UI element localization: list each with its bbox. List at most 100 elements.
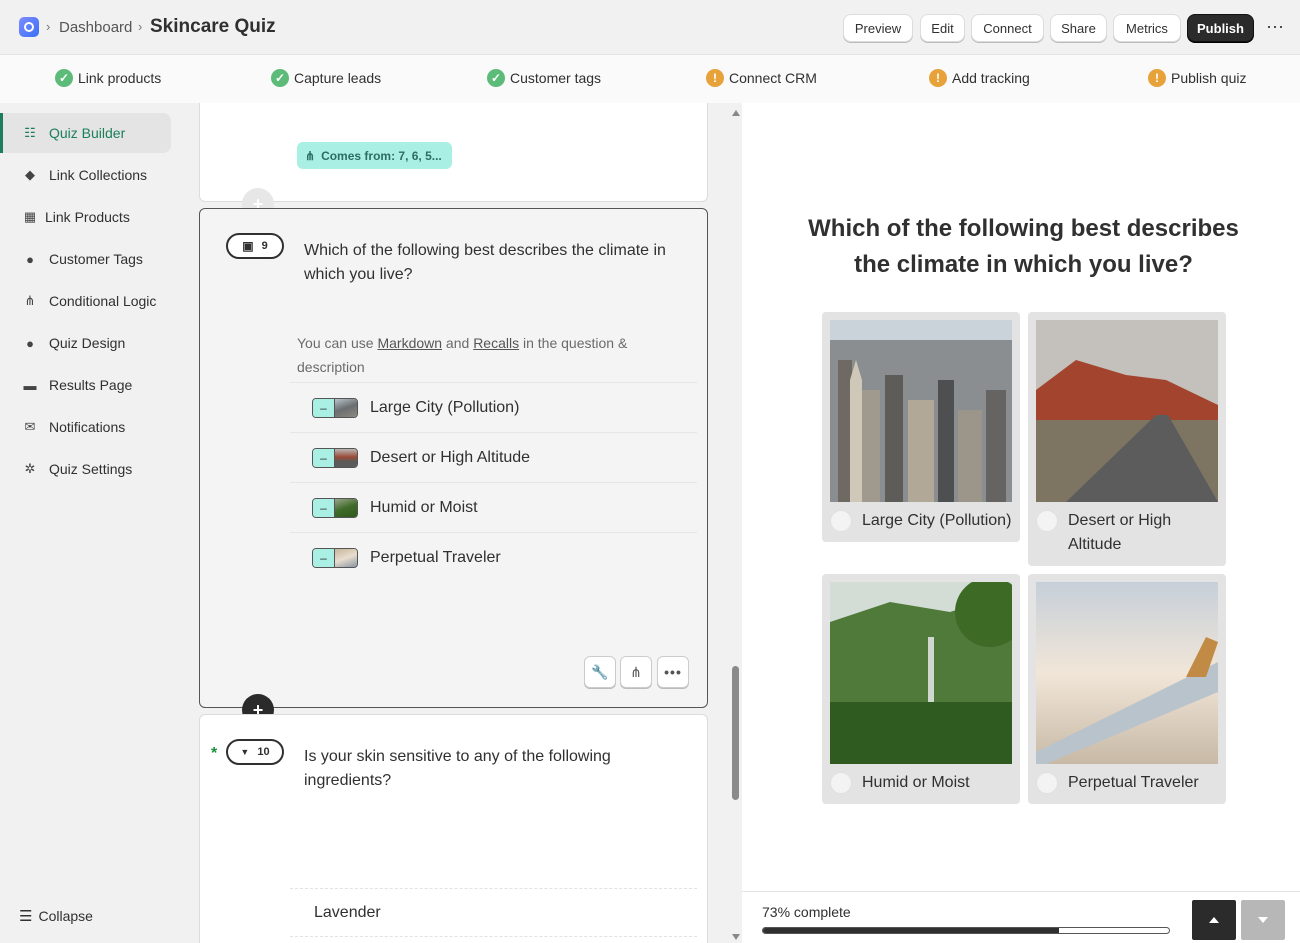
question-number: 9 [261,240,268,252]
checklist-add-tracking[interactable]: ! Add tracking [929,69,1030,87]
sidebar-item-label: Quiz Builder [49,125,126,141]
sidebar-item-quiz-builder[interactable]: ☷ Quiz Builder [0,113,171,153]
city-image [830,320,1012,502]
sidebar-item-quiz-settings[interactable]: ✲ Quiz Settings [0,449,171,489]
answer-option[interactable]: – Humid or Moist [290,482,697,532]
editor-scrollbar[interactable] [730,103,742,943]
top-bar: › Dashboard › Skincare Quiz Preview Edit… [0,0,1300,55]
answer-label[interactable]: Perpetual Traveler [1068,771,1218,795]
option-thumbnail[interactable]: – [312,547,358,568]
scroll-down-icon[interactable] [732,934,740,940]
preview-answer-card[interactable]: Large City (Pollution) [822,312,1020,542]
previous-question-button[interactable] [1192,900,1236,940]
checklist-label: Link products [78,70,162,86]
checklist-customer-tags[interactable]: ✓ Customer tags [487,69,601,87]
preview-button[interactable]: Preview [843,14,913,42]
question-text-line: which you live? [304,266,413,283]
preview-answer-card[interactable]: Humid or Moist [822,574,1020,804]
sidebar-item-label: Conditional Logic [49,293,157,309]
collapse-button[interactable]: ☰ Collapse [19,907,93,925]
question-text[interactable]: Which of the following best describes th… [304,239,666,287]
quiz-editor: ⋔ Comes from: 7, 6, 5... + ▣ 9 Which of … [179,103,742,943]
arrow-down-icon [1258,917,1268,923]
check-circle-icon: ✓ [271,69,289,87]
answer-option[interactable]: – Perpetual Traveler [290,532,697,582]
checklist-publish-quiz[interactable]: ! Publish quiz [1148,69,1247,87]
answer-option[interactable]: – Desert or High Altitude [290,432,697,482]
progress-bar [762,927,1170,934]
answer-option[interactable]: Lavender [290,888,697,936]
question-text[interactable]: Is your skin sensitive to any of the fol… [304,745,611,793]
option-label[interactable]: Lavender [314,904,381,922]
option-thumbnail[interactable]: – [312,447,358,468]
metrics-button[interactable]: Metrics [1113,14,1181,42]
answer-radio[interactable] [830,772,852,794]
question-card-9[interactable]: ▣ 9 Which of the following best describe… [199,208,708,708]
sidebar-item-notifications[interactable]: ✉ Notifications [0,407,171,447]
markdown-link[interactable]: Markdown [377,335,442,351]
check-circle-icon: ✓ [487,69,505,87]
preview-question: Which of the following best describes th… [742,211,1300,283]
scroll-up-icon[interactable] [732,110,740,116]
question-card-10[interactable]: * ▼ 10 Is your skin sensitive to any of … [199,714,708,943]
answer-radio[interactable] [1036,510,1058,532]
answer-radio[interactable] [1036,772,1058,794]
option-label[interactable]: Perpetual Traveler [370,549,501,567]
question-text-line: Which of the following best describes th… [304,242,666,259]
checklist-capture-leads[interactable]: ✓ Capture leads [271,69,381,87]
more-options-icon[interactable]: ⋯ [1266,17,1285,38]
checklist-label: Add tracking [952,70,1030,86]
answer-radio[interactable] [830,510,852,532]
person-icon: ● [26,251,34,267]
checklist-link-products[interactable]: ✓ Link products [55,69,161,87]
sidebar-item-quiz-design[interactable]: ● Quiz Design [0,323,171,363]
answer-option[interactable]: – Large City (Pollution) [290,382,697,432]
recalls-link[interactable]: Recalls [473,335,519,351]
publish-button[interactable]: Publish [1187,14,1254,42]
description-hint: You can use Markdown and Recalls in the … [297,331,647,379]
sidebar-item-link-products[interactable]: ▦ Link Products [0,197,171,237]
scroll-thumb[interactable] [732,666,739,800]
edit-button[interactable]: Edit [920,14,965,42]
checklist-connect-crm[interactable]: ! Connect CRM [706,69,817,87]
collapse-label: Collapse [38,908,93,924]
progress-text: 73% complete [762,904,851,920]
option-label[interactable]: Large City (Pollution) [370,399,519,417]
question-text-line: Is your skin sensitive to any of the fol… [304,748,611,765]
preview-answer-card[interactable]: Desert or High Altitude [1028,312,1226,566]
preview-answer-card[interactable]: Perpetual Traveler [1028,574,1226,804]
remove-icon[interactable]: – [313,398,335,417]
next-question-button[interactable] [1241,900,1285,940]
more-icon[interactable]: ••• [657,656,689,688]
sidebar-item-customer-tags[interactable]: ● Customer Tags [0,239,171,279]
branch-icon[interactable]: ⋔ [620,656,652,688]
option-thumbnail[interactable]: – [312,397,358,418]
app-logo-icon[interactable] [19,17,39,37]
answer-label[interactable]: Large City (Pollution) [862,509,1014,533]
connect-button[interactable]: Connect [971,14,1044,42]
breadcrumb-dashboard[interactable]: Dashboard [59,19,132,36]
remove-icon[interactable]: – [313,548,335,567]
sidebar-item-link-collections[interactable]: ◆ Link Collections [0,155,171,195]
sidebar-item-conditional-logic[interactable]: ⋔ Conditional Logic [0,281,171,321]
share-button[interactable]: Share [1050,14,1107,42]
remove-icon[interactable]: – [313,498,335,517]
question-card-previous[interactable]: ⋔ Comes from: 7, 6, 5... [199,103,708,202]
answer-option-divider [290,936,697,943]
answer-label[interactable]: Desert or High Altitude [1068,509,1218,557]
option-thumbnail[interactable]: – [312,497,358,518]
option-label[interactable]: Humid or Moist [370,499,478,517]
comes-from-tag[interactable]: ⋔ Comes from: 7, 6, 5... [297,142,452,169]
progress-bar-fill [763,928,1060,933]
sidebar: ☷ Quiz Builder ◆ Link Collections ▦ Link… [0,103,179,943]
remove-icon[interactable]: – [313,448,335,467]
question-number-badge[interactable]: ▼ 10 [226,739,284,765]
sidebar-item-label: Quiz Settings [49,461,133,477]
option-label[interactable]: Desert or High Altitude [370,449,530,467]
sidebar-item-results-page[interactable]: ▬ Results Page [0,365,171,405]
question-number-badge[interactable]: ▣ 9 [226,233,284,259]
sidebar-item-label: Customer Tags [49,251,143,267]
arrow-up-icon [1209,917,1219,923]
answer-label[interactable]: Humid or Moist [862,771,1012,795]
wrench-icon[interactable]: 🔧 [584,656,616,688]
